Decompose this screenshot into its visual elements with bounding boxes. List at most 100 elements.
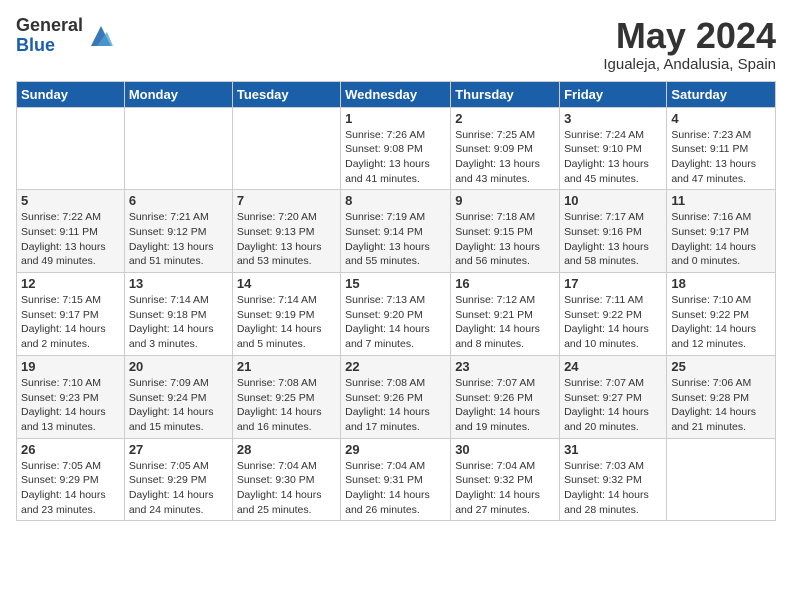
day-number: 11 <box>671 193 771 208</box>
page-header: General Blue May 2024 Igualeja, Andalusi… <box>16 16 776 73</box>
day-number: 5 <box>21 193 120 208</box>
day-info: Sunrise: 7:05 AM Sunset: 9:29 PM Dayligh… <box>129 459 228 518</box>
calendar-cell: 17 Sunrise: 7:11 AM Sunset: 9:22 PM Dayli… <box>560 273 667 356</box>
calendar-cell: 2Sunrise: 7:25 AM Sunset: 9:09 PM Daylig… <box>451 107 560 190</box>
day-info: Sunrise: 7:21 AM Sunset: 9:12 PM Dayligh… <box>129 210 228 269</box>
day-info: Sunrise: 7:08 AM Sunset: 9:26 PM Dayligh… <box>345 376 446 435</box>
calendar-cell: 14 Sunrise: 7:14 AM Sunset: 9:19 PM Dayli… <box>232 273 340 356</box>
calendar-header-sunday: Sunday <box>17 81 125 107</box>
calendar-cell: 7Sunrise: 7:20 AM Sunset: 9:13 PM Daylig… <box>232 190 340 273</box>
day-number: 4 <box>671 111 771 126</box>
day-number: 17 <box>564 276 662 291</box>
day-number: 19 <box>21 359 120 374</box>
day-number: 1 <box>345 111 446 126</box>
day-info: Sunrise: 7:13 AM Sunset: 9:20 PM Dayligh… <box>345 293 446 352</box>
day-info: Sunrise: 7:15 AM Sunset: 9:17 PM Dayligh… <box>21 293 120 352</box>
calendar-header-wednesday: Wednesday <box>341 81 451 107</box>
calendar-cell <box>17 107 125 190</box>
day-info: Sunrise: 7:20 AM Sunset: 9:13 PM Dayligh… <box>237 210 336 269</box>
calendar-cell: 4 Sunrise: 7:23 AM Sunset: 9:11 PM Daylig… <box>667 107 776 190</box>
day-info: Sunrise: 7:17 AM Sunset: 9:16 PM Dayligh… <box>564 210 662 269</box>
day-info: Sunrise: 7:16 AM Sunset: 9:17 PM Dayligh… <box>671 210 771 269</box>
calendar-cell: 28 Sunrise: 7:04 AM Sunset: 9:30 PM Dayli… <box>232 438 340 521</box>
calendar-cell: 30 Sunrise: 7:04 AM Sunset: 9:32 PM Dayli… <box>451 438 560 521</box>
logo-general: General <box>16 16 83 36</box>
calendar-cell: 11 Sunrise: 7:16 AM Sunset: 9:17 PM Dayli… <box>667 190 776 273</box>
day-number: 24 <box>564 359 662 374</box>
day-info: Sunrise: 7:06 AM Sunset: 9:28 PM Dayligh… <box>671 376 771 435</box>
day-number: 10 <box>564 193 662 208</box>
day-info: Sunrise: 7:11 AM Sunset: 9:22 PM Dayligh… <box>564 293 662 352</box>
day-number: 28 <box>237 442 336 457</box>
calendar-cell: 10 Sunrise: 7:17 AM Sunset: 9:16 PM Dayli… <box>560 190 667 273</box>
calendar-week-row: 12 Sunrise: 7:15 AM Sunset: 9:17 PM Dayli… <box>17 273 776 356</box>
day-info: Sunrise: 7:26 AM Sunset: 9:08 PM Dayligh… <box>345 128 446 187</box>
day-number: 25 <box>671 359 771 374</box>
calendar-cell: 3 Sunrise: 7:24 AM Sunset: 9:10 PM Daylig… <box>560 107 667 190</box>
day-info: Sunrise: 7:07 AM Sunset: 9:26 PM Dayligh… <box>455 376 555 435</box>
logo-text: General Blue <box>16 16 83 56</box>
day-number: 20 <box>129 359 228 374</box>
day-number: 18 <box>671 276 771 291</box>
title-block: May 2024 Igualeja, Andalusia, Spain <box>603 16 776 73</box>
day-info: Sunrise: 7:10 AM Sunset: 9:23 PM Dayligh… <box>21 376 120 435</box>
calendar-cell: 31Sunrise: 7:03 AM Sunset: 9:32 PM Dayli… <box>560 438 667 521</box>
calendar-cell: 1 Sunrise: 7:26 AM Sunset: 9:08 PM Daylig… <box>341 107 451 190</box>
calendar-cell: 29Sunrise: 7:04 AM Sunset: 9:31 PM Dayli… <box>341 438 451 521</box>
day-number: 16 <box>455 276 555 291</box>
day-info: Sunrise: 7:22 AM Sunset: 9:11 PM Dayligh… <box>21 210 120 269</box>
day-number: 12 <box>21 276 120 291</box>
calendar-cell: 5 Sunrise: 7:22 AM Sunset: 9:11 PM Daylig… <box>17 190 125 273</box>
calendar: SundayMondayTuesdayWednesdayThursdayFrid… <box>16 81 776 522</box>
day-number: 14 <box>237 276 336 291</box>
logo-icon <box>87 22 115 50</box>
calendar-header-thursday: Thursday <box>451 81 560 107</box>
calendar-cell: 25 Sunrise: 7:06 AM Sunset: 9:28 PM Dayli… <box>667 355 776 438</box>
calendar-cell: 6Sunrise: 7:21 AM Sunset: 9:12 PM Daylig… <box>124 190 232 273</box>
calendar-cell: 22 Sunrise: 7:08 AM Sunset: 9:26 PM Dayli… <box>341 355 451 438</box>
day-info: Sunrise: 7:18 AM Sunset: 9:15 PM Dayligh… <box>455 210 555 269</box>
calendar-cell <box>232 107 340 190</box>
day-number: 21 <box>237 359 336 374</box>
logo: General Blue <box>16 16 115 56</box>
calendar-header-monday: Monday <box>124 81 232 107</box>
calendar-week-row: 19 Sunrise: 7:10 AM Sunset: 9:23 PM Dayli… <box>17 355 776 438</box>
calendar-week-row: 1 Sunrise: 7:26 AM Sunset: 9:08 PM Daylig… <box>17 107 776 190</box>
day-info: Sunrise: 7:08 AM Sunset: 9:25 PM Dayligh… <box>237 376 336 435</box>
calendar-cell: 27Sunrise: 7:05 AM Sunset: 9:29 PM Dayli… <box>124 438 232 521</box>
day-info: Sunrise: 7:19 AM Sunset: 9:14 PM Dayligh… <box>345 210 446 269</box>
day-info: Sunrise: 7:14 AM Sunset: 9:18 PM Dayligh… <box>129 293 228 352</box>
day-info: Sunrise: 7:23 AM Sunset: 9:11 PM Dayligh… <box>671 128 771 187</box>
day-info: Sunrise: 7:04 AM Sunset: 9:30 PM Dayligh… <box>237 459 336 518</box>
day-number: 30 <box>455 442 555 457</box>
day-number: 9 <box>455 193 555 208</box>
logo-blue: Blue <box>16 36 83 56</box>
day-info: Sunrise: 7:14 AM Sunset: 9:19 PM Dayligh… <box>237 293 336 352</box>
calendar-cell: 24Sunrise: 7:07 AM Sunset: 9:27 PM Dayli… <box>560 355 667 438</box>
calendar-cell: 8 Sunrise: 7:19 AM Sunset: 9:14 PM Daylig… <box>341 190 451 273</box>
day-number: 15 <box>345 276 446 291</box>
day-info: Sunrise: 7:25 AM Sunset: 9:09 PM Dayligh… <box>455 128 555 187</box>
day-number: 26 <box>21 442 120 457</box>
day-info: Sunrise: 7:04 AM Sunset: 9:31 PM Dayligh… <box>345 459 446 518</box>
calendar-cell <box>124 107 232 190</box>
day-number: 8 <box>345 193 446 208</box>
calendar-cell <box>667 438 776 521</box>
day-number: 3 <box>564 111 662 126</box>
day-info: Sunrise: 7:04 AM Sunset: 9:32 PM Dayligh… <box>455 459 555 518</box>
calendar-cell: 12 Sunrise: 7:15 AM Sunset: 9:17 PM Dayli… <box>17 273 125 356</box>
day-info: Sunrise: 7:03 AM Sunset: 9:32 PM Dayligh… <box>564 459 662 518</box>
day-number: 22 <box>345 359 446 374</box>
calendar-cell: 15 Sunrise: 7:13 AM Sunset: 9:20 PM Dayli… <box>341 273 451 356</box>
calendar-week-row: 5 Sunrise: 7:22 AM Sunset: 9:11 PM Daylig… <box>17 190 776 273</box>
location: Igualeja, Andalusia, Spain <box>603 56 776 73</box>
day-number: 23 <box>455 359 555 374</box>
day-info: Sunrise: 7:10 AM Sunset: 9:22 PM Dayligh… <box>671 293 771 352</box>
day-info: Sunrise: 7:05 AM Sunset: 9:29 PM Dayligh… <box>21 459 120 518</box>
day-info: Sunrise: 7:12 AM Sunset: 9:21 PM Dayligh… <box>455 293 555 352</box>
calendar-cell: 26 Sunrise: 7:05 AM Sunset: 9:29 PM Dayli… <box>17 438 125 521</box>
day-info: Sunrise: 7:24 AM Sunset: 9:10 PM Dayligh… <box>564 128 662 187</box>
calendar-header-tuesday: Tuesday <box>232 81 340 107</box>
calendar-week-row: 26 Sunrise: 7:05 AM Sunset: 9:29 PM Dayli… <box>17 438 776 521</box>
calendar-cell: 13Sunrise: 7:14 AM Sunset: 9:18 PM Dayli… <box>124 273 232 356</box>
